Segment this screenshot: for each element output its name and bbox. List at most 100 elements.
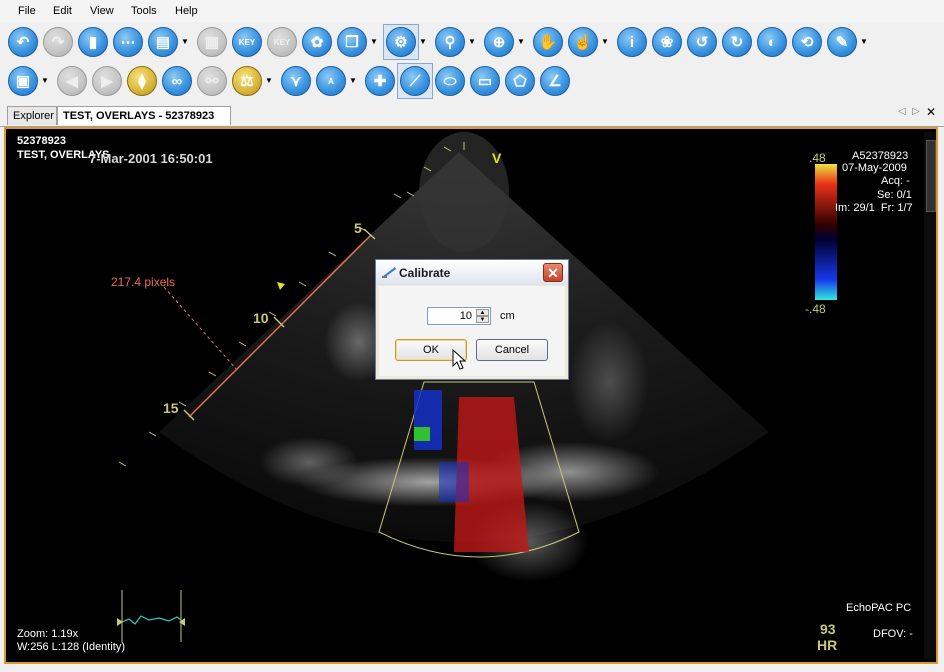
rotate-right-icon: ↻ [730,34,744,51]
series-label: Se: 0/1 [877,189,912,201]
pan-hand-button[interactable]: ✋ [533,27,563,57]
tab-close-icon[interactable]: ✕ [926,105,936,119]
clipboard-button[interactable]: ▮ [78,27,108,57]
dropdown-arrow-icon[interactable]: ▼ [468,38,476,46]
crosshair-button[interactable]: ✚ [365,66,395,96]
dropdown-arrow-icon[interactable]: ▼ [419,38,427,46]
zoom-readout: Zoom: 1.19x [17,628,79,640]
heart-rate-value: 93 [820,621,836,637]
unlink-button[interactable]: ⚯ [197,66,227,96]
settings-gear-icon: ⚙ [394,34,408,51]
back-arrow-icon: ↶ [16,34,30,51]
menu-view[interactable]: View [90,5,114,17]
menu-tools[interactable]: Tools [131,5,157,17]
tab-scroll-left-icon[interactable]: ◁ [898,106,906,117]
measure-tool-icon: ⚖ [240,73,254,90]
previous-icon: ◀ [66,73,78,90]
heart-rate-unit: HR [817,637,838,653]
dropdown-arrow-icon[interactable]: ▼ [860,38,868,46]
magnifier-icon: ⚲ [444,34,456,51]
info-button[interactable]: i [617,27,647,57]
contrast-icon: ◐ [767,33,777,51]
stepper-down-icon[interactable]: ▼ [476,316,489,323]
footprints-button[interactable]: ❀ [652,27,682,57]
previous-button[interactable]: ◀ [57,66,87,96]
stepper-up-icon[interactable]: ▲ [476,309,489,316]
dropdown-arrow-icon[interactable]: ▼ [370,38,378,46]
angle-measure-button[interactable]: ∠ [540,66,570,96]
ellipse-tool-icon: ⬭ [443,72,457,90]
dropdown-arrow-icon[interactable]: ▼ [265,77,273,85]
main-toolbar: ↶ ↷ ▮ ⋯ ▤ ▼ ▦ KEY KEY ✿ ❐ ▼ ⚙ ▼ ⚲ ▼ ⊕ ▼ ✋ ☝ ▼ i ❀ ↺ ↻ ◐ ⟲ ✎ ▼ [0,24,944,62]
tab-strip: Explorer TEST, OVERLAYS - 52378923 [0,104,944,127]
cine-reel-button[interactable]: ✿ [302,27,332,57]
rectangle-tool-button[interactable]: ▭ [470,66,500,96]
menu-bar: File Edit View Tools Help [0,0,944,22]
zoom-region-button[interactable]: ⊕ [484,27,514,57]
window-level-button[interactable]: ▣ [8,66,38,96]
tab-explorer[interactable]: Explorer [7,106,57,125]
calibrate-line-button[interactable]: ⟋ [400,66,430,96]
rotate-left-button[interactable]: ↺ [687,27,717,57]
image-viewport[interactable]: 52378923 TEST, OVERLAYS 7-Mar-2001 16:50… [9,132,926,659]
dropdown-arrow-icon[interactable]: ▼ [349,77,357,85]
ellipse-tool-button[interactable]: ⬭ [435,66,465,96]
pointer-pick-button[interactable]: ☝ [568,27,598,57]
annotation-edit-button[interactable]: ✎ [827,27,857,57]
menu-edit[interactable]: Edit [53,5,72,17]
acq-label: Acq: - [881,175,910,187]
frame-marker-button[interactable]: ⧫ [127,66,157,96]
measure-tool-button[interactable]: ⚖ [232,66,262,96]
polygon-tool-icon: ⬠ [513,73,527,90]
dropdown-arrow-icon[interactable]: ▼ [517,38,525,46]
settings-gear-button[interactable]: ⚙ [386,27,416,57]
menu-help[interactable]: Help [175,5,198,17]
key-button[interactable]: KEY [232,27,262,57]
grid-layout-icon: ▦ [204,34,220,51]
velocity-color-scale [815,164,837,300]
undo-button[interactable]: ⟲ [792,27,822,57]
frame-marker-icon: ⧫ [138,73,146,90]
tab-scroll-right-icon[interactable]: ▷ [912,106,920,117]
copy-window-button[interactable]: ❐ [337,27,367,57]
software-label: EchoPAC PC [846,602,912,614]
polygon-tool-button[interactable]: ⬠ [505,66,535,96]
key-image-button[interactable]: KEY [267,27,297,57]
pan-hand-icon: ✋ [538,34,558,51]
contrast-button[interactable]: ◐ [757,27,787,57]
dropdown-arrow-icon[interactable]: ▼ [41,77,49,85]
forward-arrow-icon: ↷ [51,34,65,51]
link-icon: ∞ [171,72,183,90]
menu-file[interactable]: File [18,5,36,17]
clipboard-icon: ▮ [88,34,98,51]
tab-study[interactable]: TEST, OVERLAYS - 52378923 [57,106,231,125]
dfov-label: DFOV: - [873,628,913,640]
angle-tool-icon: ⋎ [290,73,302,90]
series-strip-button[interactable]: ⋯ [113,27,143,57]
link-button[interactable]: ∞ [162,66,192,96]
dialog-close-button[interactable]: ✕ [543,263,563,282]
rotate-right-button[interactable]: ↻ [722,27,752,57]
calibrate-line-icon: ⟋ [409,72,421,90]
focus-marker-icon [277,282,285,290]
angle-tool-button[interactable]: ⋎ [281,66,311,96]
scrollbar-thumb[interactable] [926,140,936,212]
layout-button[interactable]: ▤ [148,27,178,57]
cine-reel-icon: ✿ [310,34,324,51]
dropdown-arrow-icon[interactable]: ▼ [181,38,189,46]
echo-image [117,132,837,642]
back-arrow-button[interactable]: ↶ [8,27,38,57]
play-button[interactable]: ▶ [92,66,122,96]
dialog-titlebar[interactable]: Calibrate ✕ [376,260,568,285]
depth-label-15: 15 [163,400,179,416]
dropdown-arrow-icon[interactable]: ▼ [601,38,609,46]
forward-arrow-button[interactable]: ↷ [43,27,73,57]
text-annotation-button[interactable]: A [316,66,346,96]
distance-stepper[interactable]: 10 ▲ ▼ [427,307,491,325]
grid-layout-button[interactable]: ▦ [197,27,227,57]
viewer-scrollbar[interactable] [924,132,936,659]
unit-label: cm [500,310,515,322]
cancel-button[interactable]: Cancel [476,339,548,361]
magnifier-button[interactable]: ⚲ [435,27,465,57]
info-icon: i [629,33,635,51]
